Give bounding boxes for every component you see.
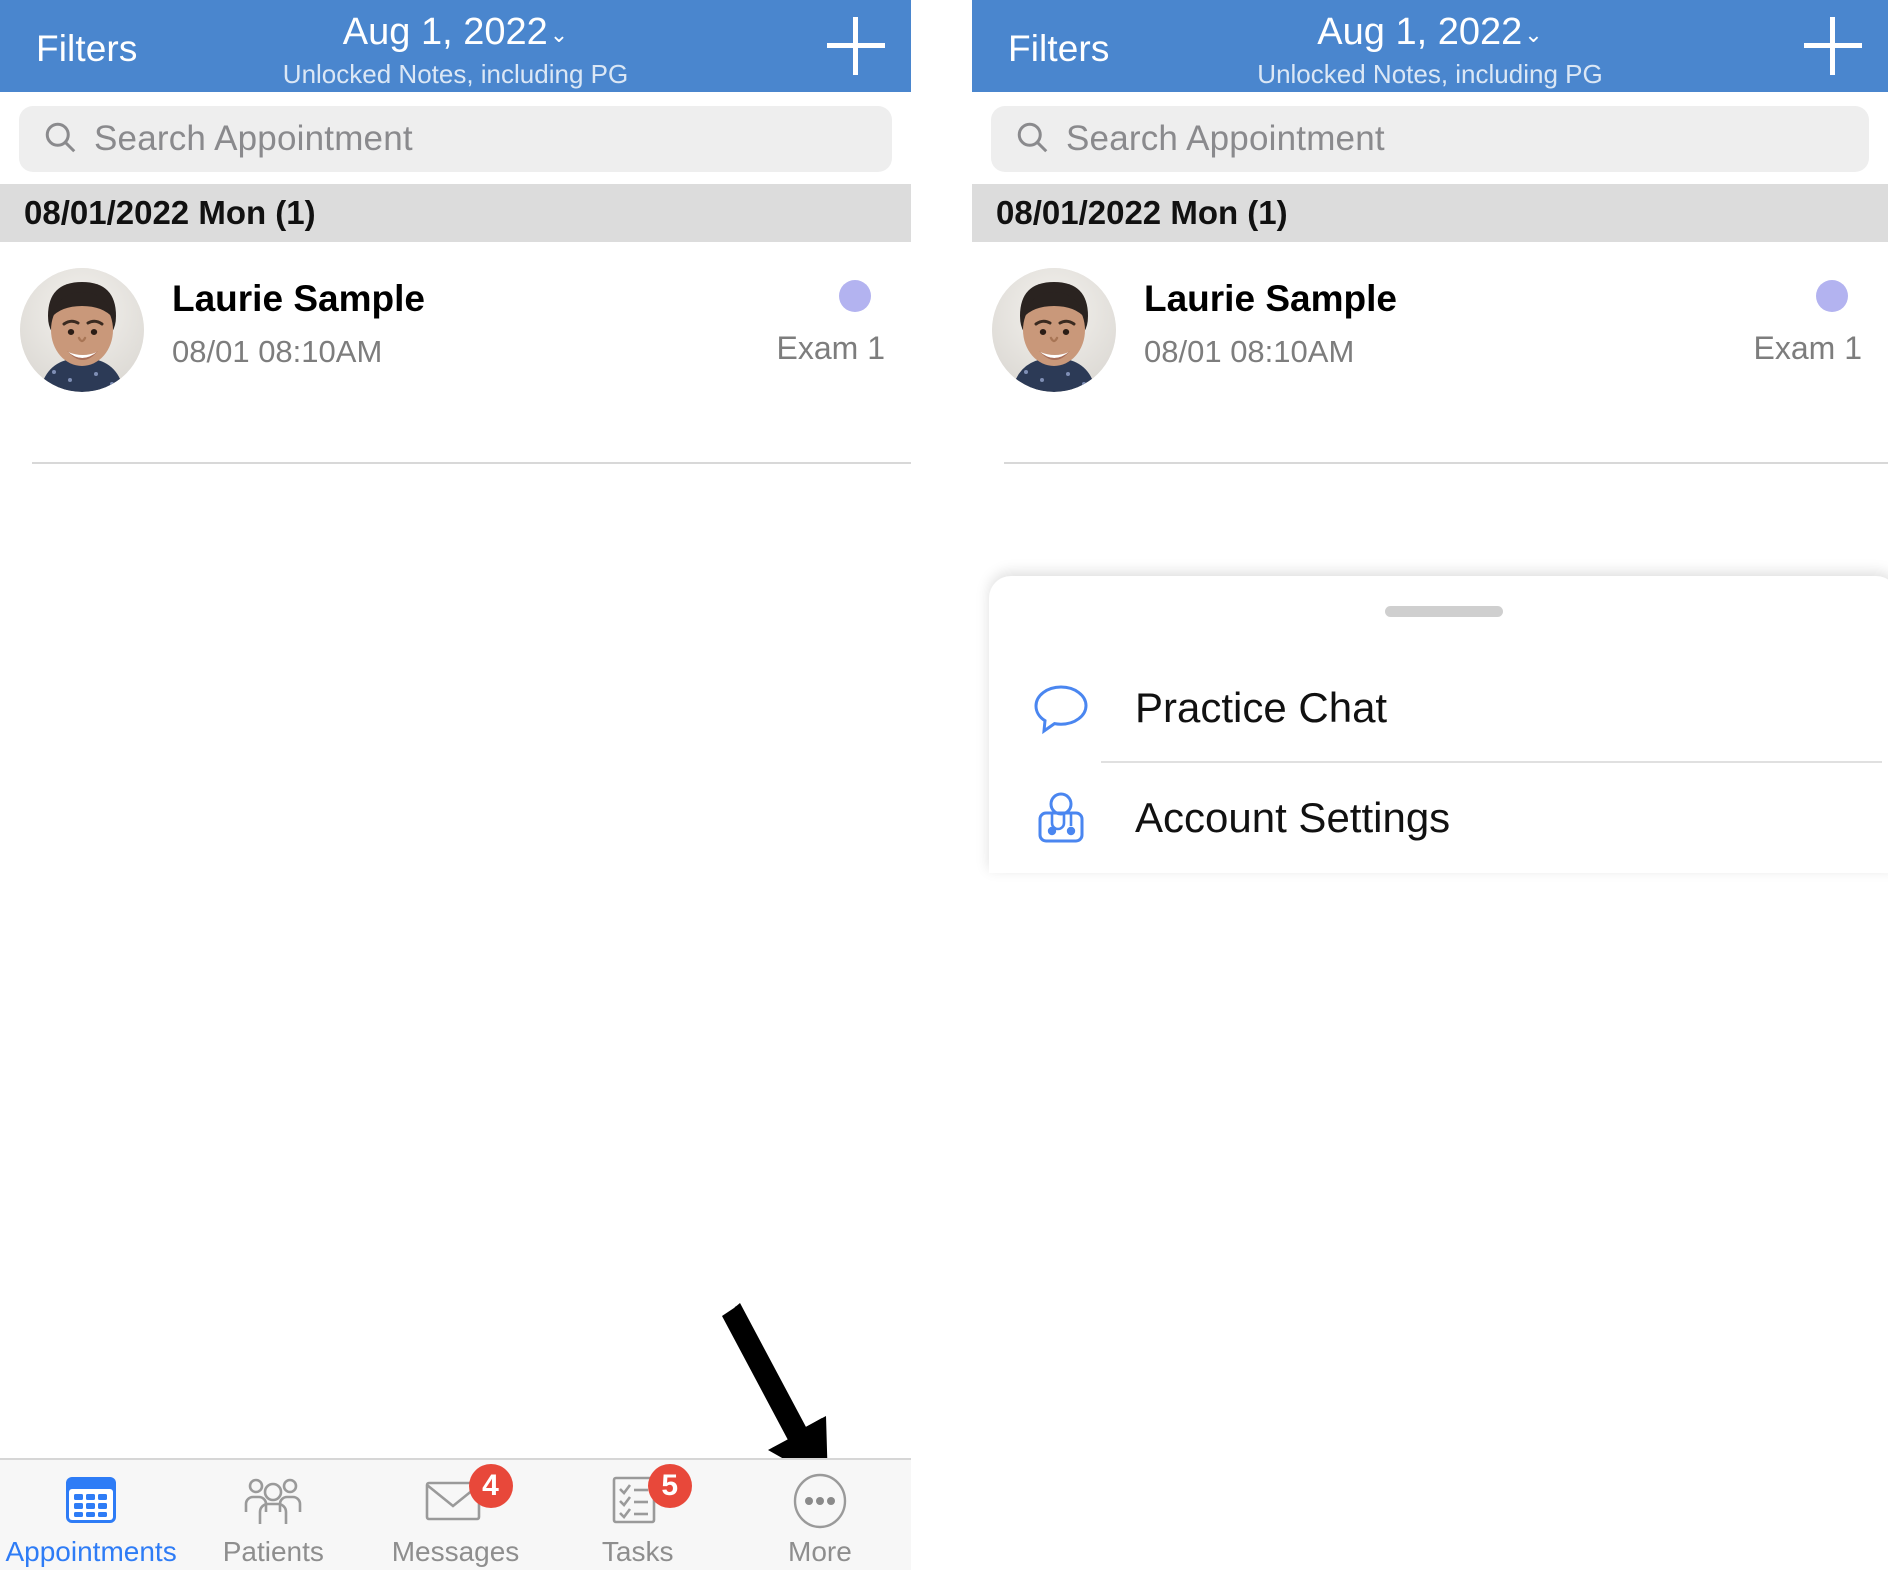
navigation-bar: Filters Aug 1, 2022⌄ Unlocked Notes, inc… <box>972 0 1888 92</box>
search-placeholder: Search Appointment <box>94 119 413 158</box>
phone-screen-right: Filters Aug 1, 2022⌄ Unlocked Notes, inc… <box>972 0 1888 1570</box>
patient-name: Laurie Sample <box>172 278 425 319</box>
search-container: Search Appointment <box>972 92 1888 184</box>
date-selector[interactable]: Aug 1, 2022⌄ Unlocked Notes, including P… <box>972 13 1888 87</box>
exam-room-label: Exam 1 <box>776 330 885 366</box>
plus-icon[interactable] <box>1804 17 1862 75</box>
row-divider <box>32 462 911 464</box>
appointment-datetime: 08/01 08:10AM <box>172 334 383 369</box>
tab-more[interactable]: More <box>729 1460 911 1570</box>
tab-label-tasks: Tasks <box>601 1536 674 1567</box>
bottom-tab-bar: Appointments Patients 4 Messages 5 Tasks… <box>0 1458 911 1570</box>
screenshot-stage: Filters Aug 1, 2022⌄ Unlocked Notes, inc… <box>0 0 1888 1570</box>
search-input[interactable]: Search Appointment <box>991 106 1869 172</box>
tab-label-messages: Messages <box>391 1536 520 1567</box>
chat-bubble-icon <box>1025 677 1097 739</box>
status-dot-icon <box>839 280 871 312</box>
status-dot-icon <box>1816 280 1848 312</box>
checklist-icon: 5 <box>610 1464 692 1530</box>
phone-screen-left: Filters Aug 1, 2022⌄ Unlocked Notes, inc… <box>0 0 911 1570</box>
avatar <box>20 268 144 392</box>
messages-badge: 4 <box>468 1464 513 1508</box>
avatar <box>992 268 1116 392</box>
tab-patients[interactable]: Patients <box>182 1460 364 1570</box>
ellipsis-circle-icon <box>792 1472 848 1530</box>
date-label: Aug 1, 2022 <box>1317 11 1523 53</box>
exam-room-label: Exam 1 <box>1753 330 1862 366</box>
search-container: Search Appointment <box>0 92 911 184</box>
day-section-header: 08/01/2022 Mon (1) <box>972 184 1888 242</box>
calendar-icon <box>64 1472 118 1530</box>
patient-name: Laurie Sample <box>1144 278 1397 319</box>
drag-handle[interactable] <box>1384 606 1503 617</box>
tab-tasks[interactable]: 5 Tasks <box>547 1460 729 1570</box>
chevron-down-icon: ⌄ <box>549 22 569 47</box>
people-icon <box>242 1472 304 1530</box>
menu-item-practice-chat[interactable]: Practice Chat <box>989 653 1888 763</box>
navbar-subtitle: Unlocked Notes, including PG <box>282 59 629 89</box>
doctor-stethoscope-icon <box>1025 787 1097 849</box>
menu-item-account-settings[interactable]: Account Settings <box>989 763 1888 873</box>
date-selector[interactable]: Aug 1, 2022⌄ Unlocked Notes, including P… <box>0 13 911 87</box>
chevron-down-icon: ⌄ <box>1524 22 1543 47</box>
envelope-icon: 4 <box>425 1464 513 1530</box>
menu-item-label: Account Settings <box>1135 794 1451 841</box>
search-input[interactable]: Search Appointment <box>19 106 892 172</box>
navigation-bar: Filters Aug 1, 2022⌄ Unlocked Notes, inc… <box>0 0 911 92</box>
tab-label-more: More <box>788 1536 852 1567</box>
search-placeholder: Search Appointment <box>1066 119 1385 158</box>
tab-label-patients: Patients <box>222 1536 324 1567</box>
date-label: Aug 1, 2022 <box>342 11 548 53</box>
tasks-badge: 5 <box>647 1464 692 1508</box>
day-section-header: 08/01/2022 Mon (1) <box>0 184 911 242</box>
tab-messages[interactable]: 4 Messages <box>364 1460 546 1570</box>
appointment-list-item[interactable]: Laurie Sample 08/01 08:10AM Exam 1 <box>0 242 911 464</box>
more-action-sheet: Practice Chat Account Settings <box>989 576 1888 873</box>
row-divider <box>1004 462 1888 464</box>
tab-appointments[interactable]: Appointments <box>0 1460 182 1570</box>
appointment-datetime: 08/01 08:10AM <box>1144 334 1355 369</box>
navbar-subtitle: Unlocked Notes, including PG <box>1257 59 1603 89</box>
appointment-list-item[interactable]: Laurie Sample 08/01 08:10AM Exam 1 <box>972 242 1888 464</box>
menu-item-label: Practice Chat <box>1135 684 1388 731</box>
plus-icon[interactable] <box>827 17 885 75</box>
tab-label-appointments: Appointments <box>5 1536 177 1567</box>
search-icon <box>42 119 78 160</box>
search-icon <box>1014 119 1050 160</box>
